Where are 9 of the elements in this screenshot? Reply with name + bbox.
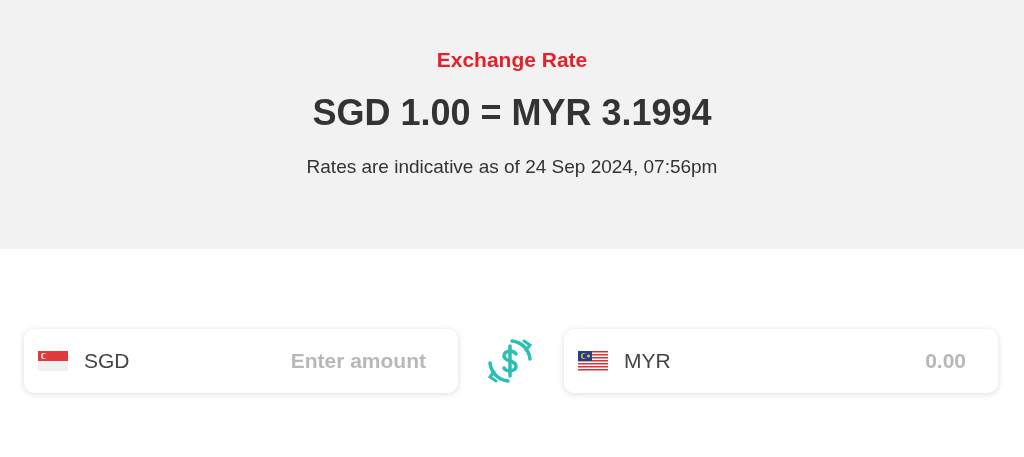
malaysia-flag-icon xyxy=(578,351,608,371)
amount-field[interactable]: Enter amount xyxy=(145,348,428,374)
currency-label: MYR xyxy=(624,349,671,373)
exchange-rate: SGD 1.00 = MYR 3.1994 xyxy=(312,92,712,134)
section-title: Exchange Rate xyxy=(436,48,588,72)
converted-amount-field[interactable]: 0.00 xyxy=(686,348,968,374)
rate-note: Rates are indicative as of 24 Sep 2024, 07:56pm xyxy=(306,156,718,178)
singapore-flag-icon xyxy=(38,351,68,371)
currency-label: SGD xyxy=(84,349,130,373)
